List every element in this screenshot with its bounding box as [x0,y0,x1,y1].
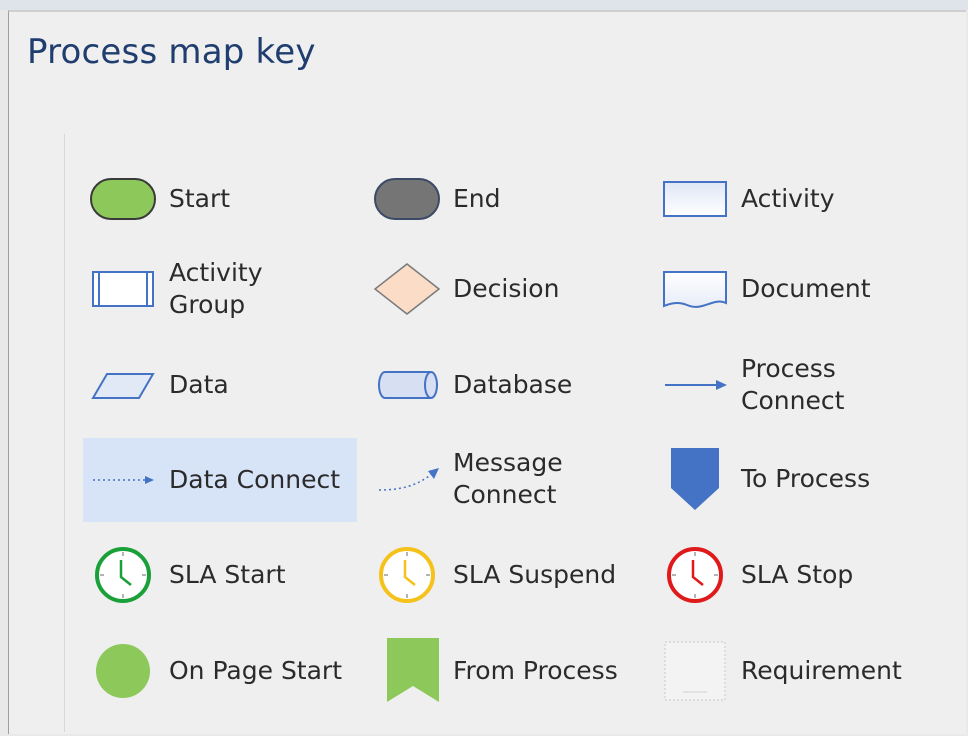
to-process-pentagon-icon [655,444,735,514]
process-map-key-panel: Process map key Start End Activity Activ… [8,10,966,734]
legend-item-requirement[interactable]: Requirement [645,630,935,712]
legend-item-sla-stop[interactable]: SLA Stop [645,534,935,616]
process-connect-arrow-icon [655,350,735,420]
sla-start-clock-icon [83,540,163,610]
legend-label: Activity Group [169,257,349,321]
message-connect-arrow-icon [367,444,447,514]
top-strip [0,0,968,10]
legend-label-line-1: Activity [169,258,263,287]
legend-item-sla-suspend[interactable]: SLA Suspend [357,534,647,616]
legend-label-line-1: Process [741,354,836,383]
legend-item-to-process[interactable]: To Process [645,438,935,520]
legend-label: End [453,184,501,213]
activity-rectangle-icon [655,164,735,234]
legend-grid: Start End Activity Activity Group Decisi… [64,134,940,732]
legend-label-line-1: Message [453,448,563,477]
legend-item-activity[interactable]: Activity [645,158,935,240]
legend-item-start[interactable]: Start [73,158,353,240]
start-terminator-icon [83,164,163,234]
legend-item-decision[interactable]: Decision [357,248,647,330]
legend-item-sla-start[interactable]: SLA Start [73,534,353,616]
legend-label: Process Connect [741,353,921,417]
document-icon [655,254,735,324]
legend-label: From Process [453,656,618,685]
legend-item-on-page-start[interactable]: On Page Start [73,630,353,712]
legend-item-data-connect[interactable]: Data Connect [83,438,357,522]
decision-diamond-icon [367,254,447,324]
legend-label: SLA Suspend [453,560,617,589]
page-title: Process map key [27,32,316,72]
legend-label: Start [169,184,231,213]
legend-label: SLA Stop [741,560,854,589]
legend-label: On Page Start [169,656,343,685]
legend-item-from-process[interactable]: From Process [357,630,647,712]
activity-group-icon [83,254,163,324]
sla-stop-clock-icon [655,540,735,610]
legend-label-line-2: Connect [453,480,557,509]
legend-item-end[interactable]: End [357,158,647,240]
legend-label: SLA Start [169,560,286,589]
legend-label: To Process [741,464,871,493]
from-process-banner-icon [367,636,447,706]
legend-label-line-2: Group [169,290,246,319]
legend-label: Decision [453,274,560,303]
legend-label: Requirement [741,656,902,685]
legend-label: Activity [741,184,835,213]
legend-item-database[interactable]: Database [357,344,647,426]
legend-item-document[interactable]: Document [645,248,935,330]
legend-label: Document [741,274,871,303]
data-connect-arrow-icon [83,445,163,515]
legend-item-process-connect[interactable]: Process Connect [645,344,935,426]
data-parallelogram-icon [83,350,163,420]
legend-item-message-connect[interactable]: Message Connect [357,438,647,520]
legend-label-line-2: Connect [741,386,845,415]
legend-label: Data Connect [169,465,341,494]
legend-label: Data [169,370,229,399]
legend-item-data[interactable]: Data [73,344,353,426]
end-terminator-icon [367,164,447,234]
legend-label: Database [453,370,573,399]
on-page-start-circle-icon [83,636,163,706]
requirement-icon [655,636,735,706]
legend-item-activity-group[interactable]: Activity Group [73,248,353,330]
sla-suspend-clock-icon [367,540,447,610]
legend-label: Message Connect [453,447,633,511]
database-cylinder-icon [367,350,447,420]
